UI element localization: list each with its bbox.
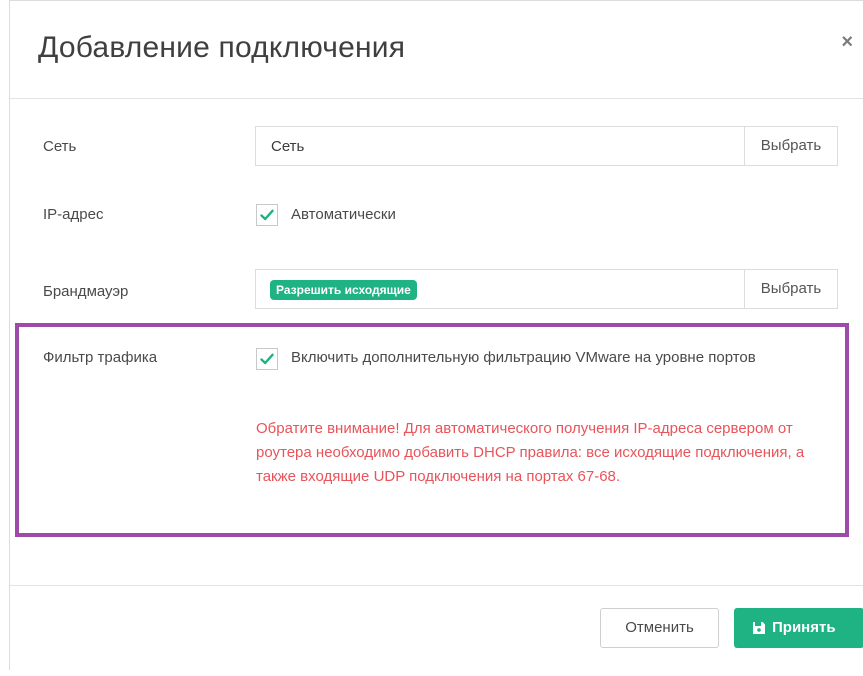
firewall-label: Брандмауэр xyxy=(43,283,129,300)
cancel-button[interactable]: Отменить xyxy=(600,608,719,648)
accept-button-label: Принять xyxy=(772,619,836,636)
dialog-footer: Отменить Принять xyxy=(10,585,863,676)
check-icon xyxy=(260,209,274,221)
ip-auto-label: Автоматически xyxy=(291,206,396,223)
save-icon xyxy=(753,622,765,634)
network-field[interactable]: Сеть Выбрать xyxy=(255,126,838,166)
dialog-header: Добавление подключения × xyxy=(10,1,863,99)
network-select-button[interactable]: Выбрать xyxy=(744,127,837,165)
accept-button[interactable]: Принять xyxy=(734,608,863,648)
network-value[interactable]: Сеть xyxy=(271,138,304,155)
ip-auto-checkbox[interactable] xyxy=(256,204,278,226)
firewall-tag: Разрешить исходящие xyxy=(270,280,417,300)
close-icon[interactable]: × xyxy=(841,31,853,54)
network-label: Сеть xyxy=(43,138,77,155)
dialog-title: Добавление подключения xyxy=(38,31,406,64)
firewall-field[interactable]: Разрешить исходящие Выбрать xyxy=(255,269,838,309)
traffic-filter-highlight-frame xyxy=(15,323,849,537)
firewall-select-button[interactable]: Выбрать xyxy=(744,270,837,308)
ip-address-label: IP-адрес xyxy=(43,206,104,223)
